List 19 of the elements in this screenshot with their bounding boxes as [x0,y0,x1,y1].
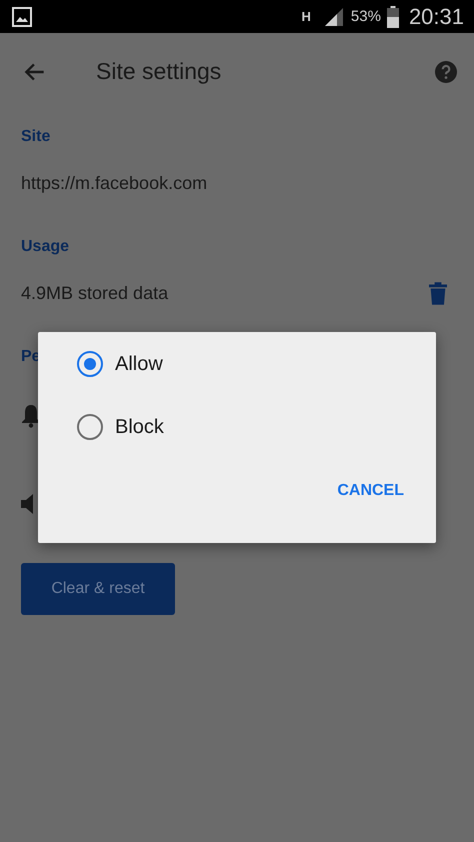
section-heading: Usage [21,238,70,257]
trash-icon[interactable] [429,282,447,304]
page-title: Site settings [96,58,222,85]
section-value: 4.9MB stored data [21,282,168,304]
radio-button[interactable] [77,414,103,440]
bell-icon [21,404,41,428]
cancel-button[interactable]: CANCEL [327,474,414,508]
network-type: H [302,9,311,24]
clock: 20:31 [408,4,464,30]
radio-button[interactable] [77,351,103,377]
section-value: https://m.facebook.com [21,172,208,194]
radio-option[interactable]: Block [77,409,164,445]
battery-icon [386,6,399,28]
battery-percent: 53% [350,8,381,25]
gallery-icon [12,6,32,26]
speaker-icon [21,494,33,514]
section-heading: Site [21,128,52,147]
signal-icon [322,6,345,26]
radio-option[interactable]: Allow [77,346,163,382]
